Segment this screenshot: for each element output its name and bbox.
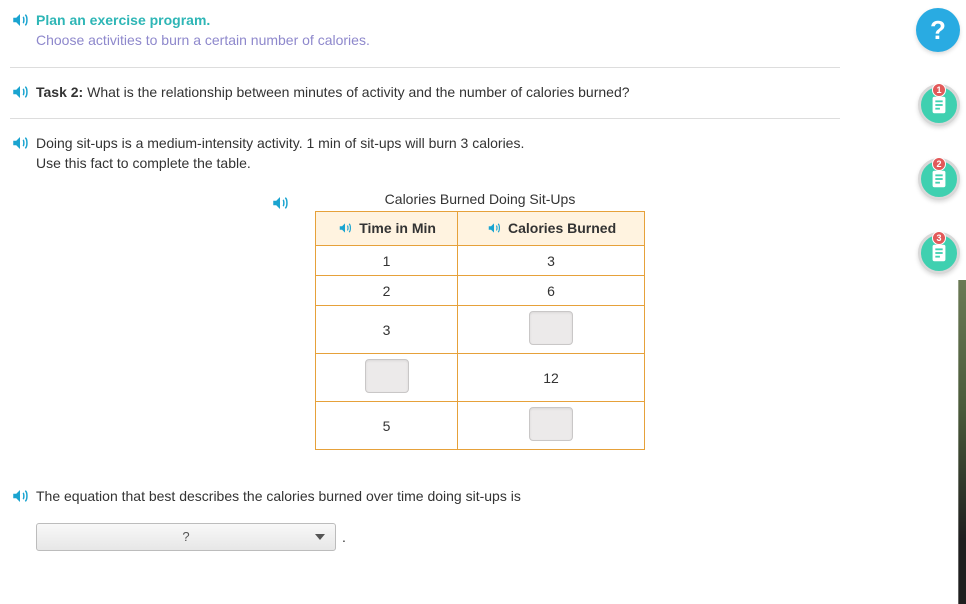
instruction-line-2: Use this fact to complete the table. xyxy=(36,155,251,171)
calories-input[interactable] xyxy=(529,407,573,441)
equation-prompt: The equation that best describes the cal… xyxy=(36,486,840,506)
instruction-text: Doing sit-ups is a medium-intensity acti… xyxy=(36,133,840,174)
table-row: 1 3 xyxy=(316,246,645,276)
cell-time: 5 xyxy=(316,402,458,450)
intro-block: Plan an exercise program. Choose activit… xyxy=(10,4,840,61)
cell-time: 2 xyxy=(316,276,458,306)
task-question: What is the relationship between minutes… xyxy=(87,84,629,100)
document-icon xyxy=(928,242,950,264)
calories-input[interactable] xyxy=(529,311,573,345)
task-text: Task 2: What is the relationship between… xyxy=(36,82,840,102)
task-nav-3[interactable]: 3 xyxy=(918,232,960,274)
cell-time xyxy=(316,354,458,402)
instruction-line-1: Doing sit-ups is a medium-intensity acti… xyxy=(36,135,524,151)
col-header-time: Time in Min xyxy=(316,212,458,246)
dropdown-placeholder: ? xyxy=(182,529,189,544)
audio-icon[interactable] xyxy=(486,221,502,235)
audio-icon[interactable] xyxy=(10,487,30,505)
table-row: 5 xyxy=(316,402,645,450)
equation-block: The equation that best describes the cal… xyxy=(10,480,840,516)
table-row: 12 xyxy=(316,354,645,402)
task-label: Task 2: xyxy=(36,84,83,100)
task-badge: 3 xyxy=(932,231,946,245)
help-button[interactable]: ? xyxy=(916,8,960,52)
window-edge-decoration xyxy=(958,280,966,604)
chevron-down-icon xyxy=(315,534,325,540)
table-container: Calories Burned Doing Sit-Ups Time in Mi… xyxy=(315,191,645,450)
instruction-block: Doing sit-ups is a medium-intensity acti… xyxy=(10,118,840,184)
audio-icon[interactable] xyxy=(270,194,290,212)
intro-subtitle: Choose activities to burn a certain numb… xyxy=(36,32,370,48)
help-icon: ? xyxy=(930,15,946,46)
audio-icon[interactable] xyxy=(10,11,30,29)
task-badge: 1 xyxy=(932,83,946,97)
cell-cal: 3 xyxy=(458,246,645,276)
task-badge: 2 xyxy=(932,157,946,171)
cell-cal xyxy=(458,306,645,354)
table-section: Calories Burned Doing Sit-Ups Time in Mi… xyxy=(300,191,660,450)
table-row: 3 xyxy=(316,306,645,354)
time-input[interactable] xyxy=(365,359,409,393)
col-header-calories: Calories Burned xyxy=(458,212,645,246)
equation-select-row: ? . xyxy=(36,523,840,551)
cell-cal: 12 xyxy=(458,354,645,402)
sentence-period: . xyxy=(342,529,346,545)
table-row: 2 6 xyxy=(316,276,645,306)
table-title: Calories Burned Doing Sit-Ups xyxy=(315,191,645,207)
cell-cal: 6 xyxy=(458,276,645,306)
document-icon xyxy=(928,94,950,116)
task-nav-2[interactable]: 2 xyxy=(918,158,960,200)
main-content: Plan an exercise program. Choose activit… xyxy=(0,0,900,551)
cell-cal xyxy=(458,402,645,450)
audio-icon[interactable] xyxy=(337,221,353,235)
right-sidebar: ? 1 2 3 xyxy=(910,0,966,604)
document-icon xyxy=(928,168,950,190)
cell-time: 3 xyxy=(316,306,458,354)
task-block: Task 2: What is the relationship between… xyxy=(10,67,840,112)
col2-label: Calories Burned xyxy=(508,220,616,236)
intro-text: Plan an exercise program. Choose activit… xyxy=(36,10,840,51)
audio-icon[interactable] xyxy=(10,83,30,101)
intro-title: Plan an exercise program. xyxy=(36,12,210,28)
cell-time: 1 xyxy=(316,246,458,276)
col1-label: Time in Min xyxy=(359,220,436,236)
table-body: 1 3 2 6 3 12 5 xyxy=(316,246,645,450)
data-table: Time in Min Calories Burned 1 xyxy=(315,211,645,450)
task-nav-1[interactable]: 1 xyxy=(918,84,960,126)
audio-icon[interactable] xyxy=(10,134,30,152)
equation-dropdown[interactable]: ? xyxy=(36,523,336,551)
